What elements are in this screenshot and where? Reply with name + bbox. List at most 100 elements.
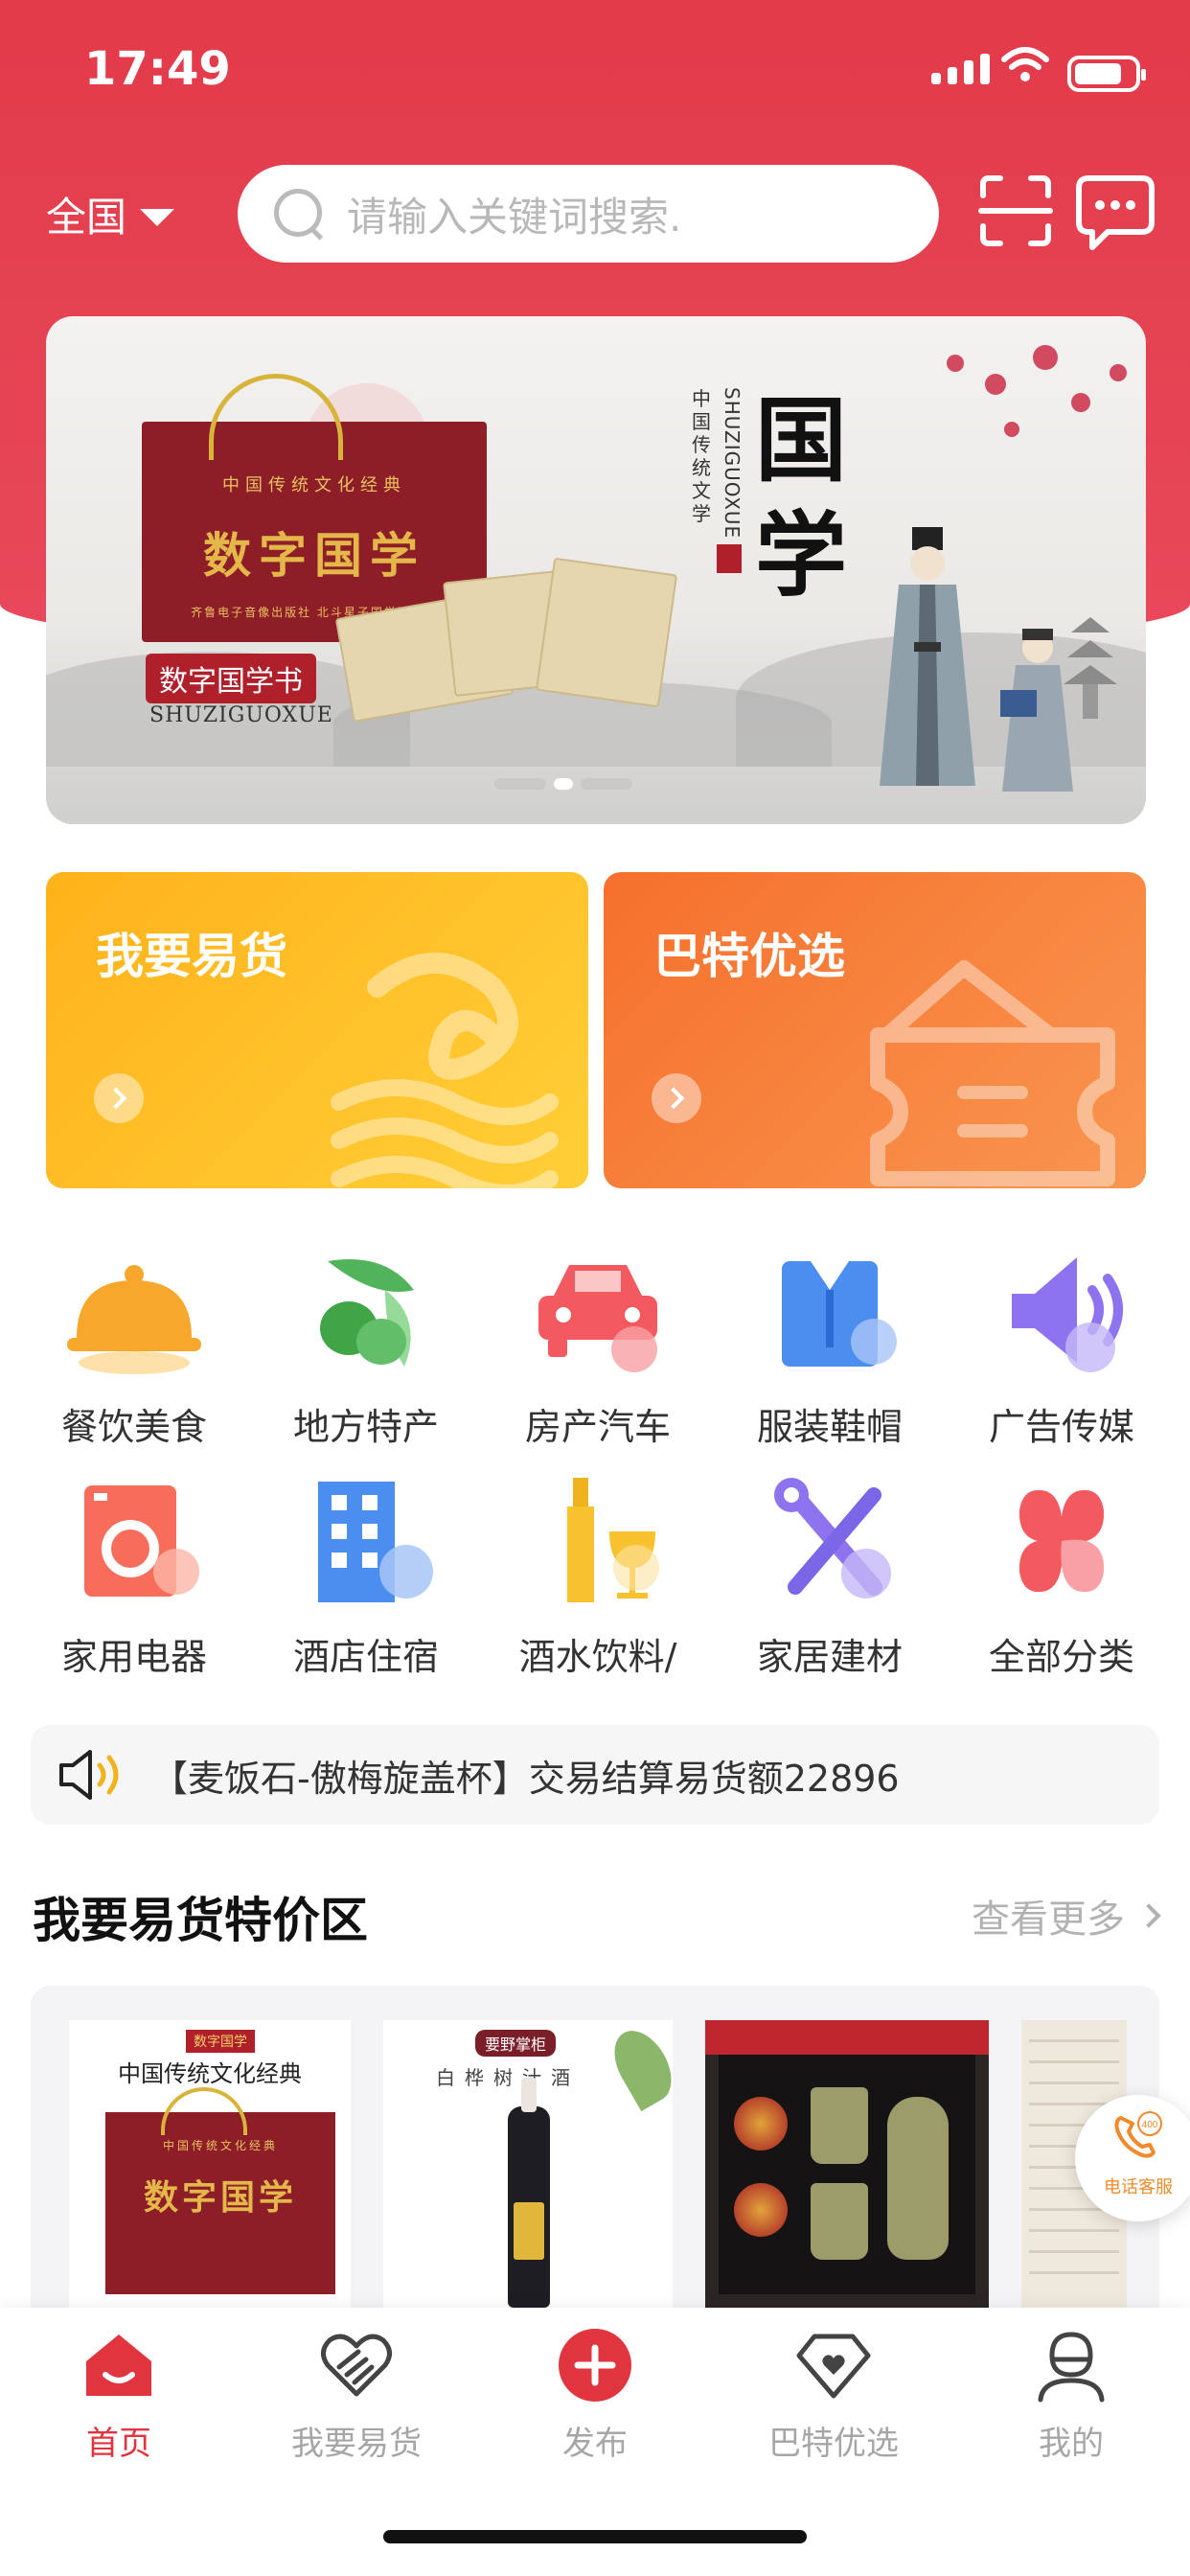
clover-icon: [1018, 1489, 1105, 1593]
category-media[interactable]: 广告传媒: [966, 1242, 1157, 1450]
status-bar: 17:49: [0, 0, 1190, 144]
category-food[interactable]: 餐饮美食: [38, 1242, 230, 1450]
promo-barter-card[interactable]: 我要易货: [46, 872, 588, 1188]
category-hotel[interactable]: 酒店住宿: [270, 1472, 462, 1680]
home-indicator: [383, 2530, 807, 2543]
category-label: 餐饮美食: [60, 1406, 207, 1448]
banner-vertical-en: SHUZIGUOXUE: [721, 387, 744, 540]
bag-title: 数字国学: [203, 527, 425, 584]
tab-label: 我要易货: [291, 2425, 422, 2463]
promo-select-card[interactable]: 巴特优选: [604, 872, 1146, 1188]
wine-icon: [567, 1478, 659, 1602]
speaker-icon: [1012, 1257, 1123, 1372]
user-icon: [1038, 2332, 1105, 2403]
category-all[interactable]: 全部分类: [966, 1472, 1157, 1680]
product-tag: 数字国学: [186, 2030, 255, 2053]
tools-icon: [774, 1478, 891, 1598]
bag-subtitle: 中国传统文化经典: [222, 475, 406, 495]
pagoda: [1064, 617, 1117, 719]
tab-home[interactable]: 首页: [23, 2327, 215, 2464]
promo-title: 我要易货: [96, 929, 287, 984]
carousel-dot[interactable]: [494, 778, 546, 790]
category-label: 地方特产: [292, 1406, 439, 1448]
carousel-dot[interactable]: [554, 778, 573, 790]
region-selector[interactable]: 全国: [46, 185, 175, 243]
category-label: 全部分类: [988, 1636, 1134, 1678]
banner-seal: [717, 544, 742, 573]
home-icon: [86, 2334, 151, 2396]
dropdown-arrow-icon: [140, 208, 175, 226]
product-bag-handle: [161, 2087, 247, 2135]
category-clothing[interactable]: 服装鞋帽: [734, 1242, 926, 1450]
product-cup: [811, 2087, 868, 2164]
product-card[interactable]: [705, 2020, 989, 2312]
tab-label: 发布: [562, 2425, 628, 2463]
product-bottle: [508, 2078, 550, 2308]
scholar-figure: [880, 527, 975, 786]
service-label: 电话客服: [1104, 2177, 1173, 2197]
cellular-signal-icon: [931, 52, 990, 84]
banner-tag: 数字国学书: [146, 654, 316, 703]
ticket-icon: [870, 960, 1115, 1186]
banner-book: [535, 557, 678, 708]
view-more-label: 查看更多: [972, 1898, 1125, 1942]
category-label: 家用电器: [60, 1636, 207, 1678]
tab-select[interactable]: 巴特优选: [738, 2327, 929, 2464]
search-icon: [272, 187, 326, 241]
tab-mine[interactable]: 我的: [975, 2327, 1167, 2464]
product-strip[interactable]: 数字国学 中国传统文化经典 中国传统文化经典 数字国学 要野掌柜 白桦树汁酒: [31, 1986, 1159, 2312]
product-bag-title: 数字国学: [143, 2177, 297, 2218]
category-label: 房产汽车: [524, 1406, 671, 1448]
message-icon[interactable]: [1075, 172, 1156, 253]
carousel-dots: [494, 778, 632, 790]
product-ornament: [734, 2183, 788, 2237]
product-card[interactable]: 要野掌柜 白桦树汁酒: [383, 2020, 673, 2312]
notice-bar[interactable]: 【麦饭石-傲梅旋盖杯】交易结算易货额22896: [31, 1725, 1159, 1825]
category-label: 服装鞋帽: [756, 1406, 903, 1448]
banner-pinyin: SHUZIGUOXUE: [149, 703, 333, 727]
arrow-right-icon: [94, 1073, 144, 1123]
washing-machine-icon: [84, 1485, 199, 1597]
phone-service-button[interactable]: 400 电话客服: [1075, 2095, 1190, 2221]
product-bag: 中国传统文化经典 数字国学: [105, 2112, 335, 2294]
product-headline: 中国传统文化经典: [118, 2060, 302, 2087]
tab-label: 巴特优选: [768, 2425, 899, 2463]
product-card[interactable]: 数字国学 中国传统文化经典 中国传统文化经典 数字国学: [69, 2020, 351, 2312]
plus-circle-icon: [559, 2329, 631, 2402]
view-more-link[interactable]: 查看更多: [972, 1888, 1161, 1944]
battery-icon: [1067, 56, 1146, 92]
blossom: [1110, 364, 1127, 381]
product-tag: 要野掌柜: [475, 2030, 557, 2057]
swirl-icon: [331, 953, 559, 1188]
category-label: 酒水饮料/: [518, 1636, 677, 1678]
category-label: 酒店住宿: [292, 1636, 439, 1678]
blossom: [947, 355, 964, 372]
chevron-right-icon: [1136, 1903, 1161, 1928]
category-property-car[interactable]: 房产汽车: [502, 1242, 694, 1450]
region-label: 全国: [46, 194, 127, 241]
search-placeholder: 请输入关键词搜索.: [347, 193, 682, 241]
category-building[interactable]: 家居建材: [734, 1472, 926, 1680]
blossom: [1004, 422, 1019, 437]
category-drinks[interactable]: 酒水饮料/: [502, 1472, 694, 1680]
scan-icon[interactable]: [977, 172, 1054, 249]
car-icon: [538, 1265, 657, 1372]
speaker-icon: [59, 1750, 119, 1800]
blossom: [1033, 345, 1058, 370]
product-bag-sub: 中国传统文化经典: [162, 2139, 278, 2152]
search-input[interactable]: 请输入关键词搜索.: [238, 165, 939, 263]
tab-publish[interactable]: 发布: [499, 2327, 691, 2464]
tab-barter[interactable]: 我要易货: [261, 2327, 452, 2464]
blossom: [1071, 393, 1090, 412]
building-icon: [318, 1482, 433, 1602]
banner-big-title: 国学: [755, 386, 847, 610]
product-box-lid: [705, 2020, 989, 2055]
product-vase: [887, 2097, 949, 2260]
category-specialty[interactable]: 地方特产: [270, 1242, 462, 1450]
carousel-dot[interactable]: [581, 778, 632, 790]
arrow-right-icon: [652, 1073, 701, 1123]
product-cup: [811, 2183, 868, 2260]
category-appliances[interactable]: 家用电器: [38, 1472, 230, 1680]
diamond-heart-icon: [796, 2334, 871, 2399]
banner-carousel[interactable]: 中国传统文化经典 数字国学 齐鲁电子音像出版社 北斗星子国学研究院 数字国学书 …: [46, 316, 1146, 824]
